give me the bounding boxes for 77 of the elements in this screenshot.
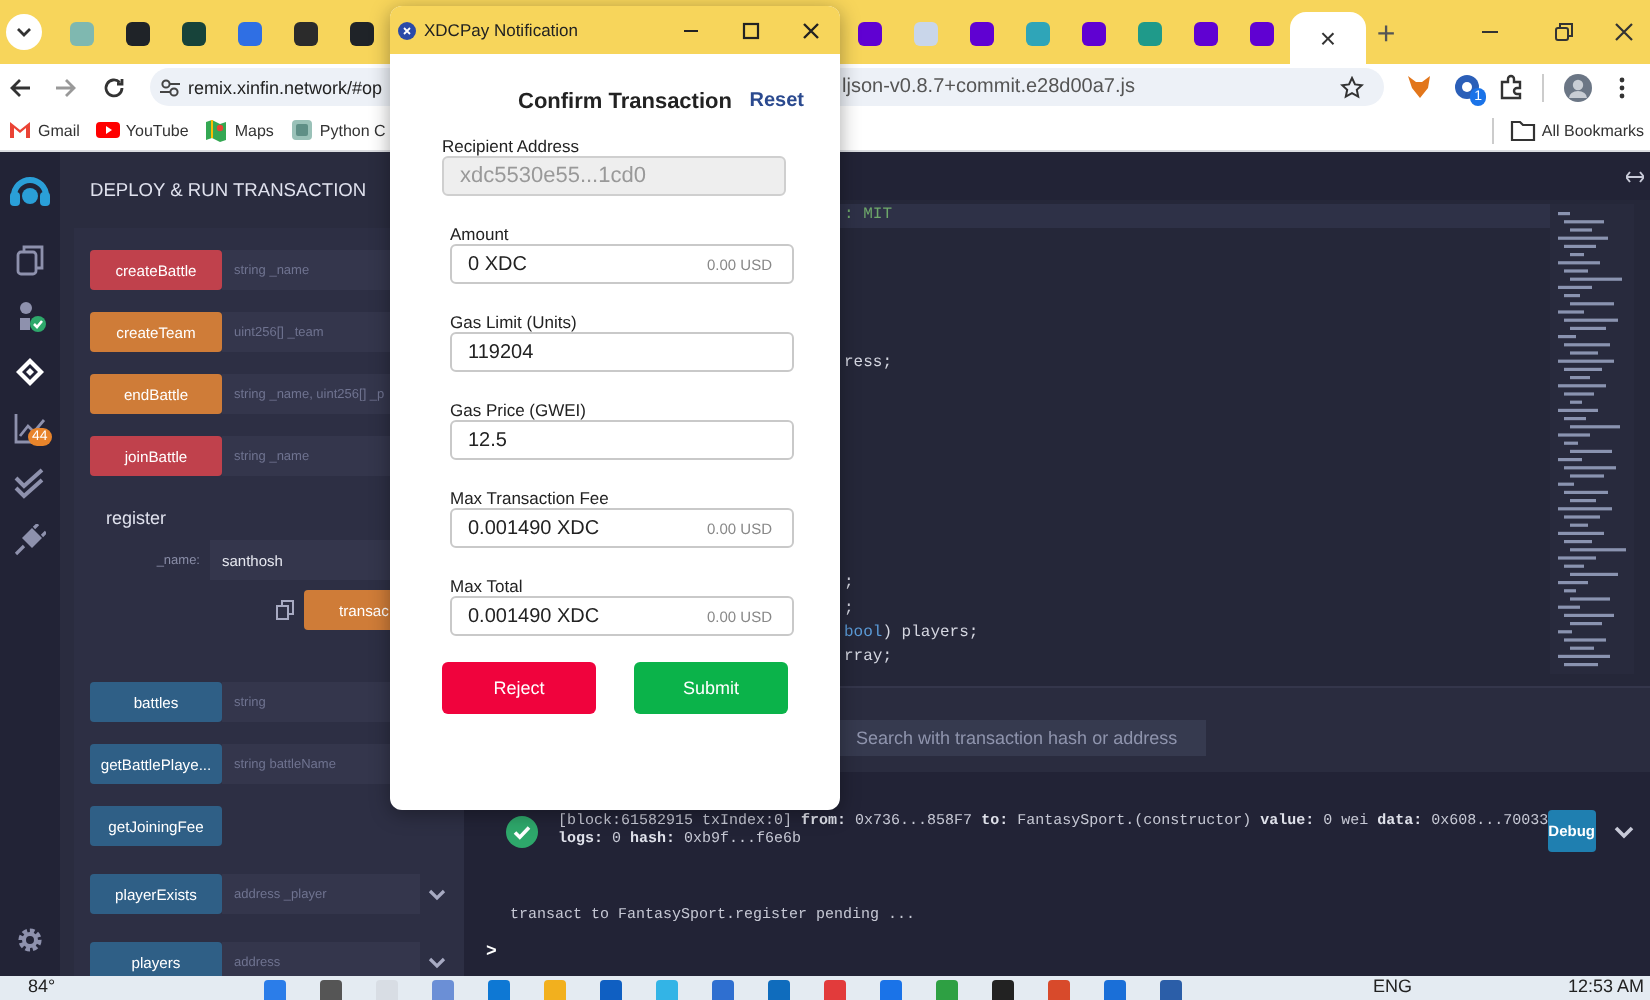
field-label: Amount — [450, 224, 511, 244]
field-label: Max Transaction Fee — [450, 488, 611, 508]
copy-icon[interactable] — [276, 600, 294, 620]
bookmark[interactable]: YouTube — [95, 118, 189, 142]
language-indicator[interactable]: ENG — [1372, 976, 1412, 998]
folder-icon — [1509, 119, 1536, 141]
all-bookmarks[interactable]: All Bookmarks — [1509, 119, 1644, 141]
input-field[interactable]: 119204 — [450, 332, 794, 372]
field-label: Gas Price (GWEI) — [450, 400, 589, 420]
dialog-heading: Confirm Transaction — [518, 89, 732, 113]
browser-tab[interactable]: × — [1290, 12, 1366, 64]
reject-button[interactable]: Reject — [442, 662, 596, 714]
files-icon[interactable] — [14, 244, 46, 276]
restore-icon[interactable] — [1554, 22, 1574, 42]
fox-icon[interactable] — [1406, 74, 1432, 100]
code-line: ; — [844, 599, 854, 618]
field-value: xdc5530e55...1cd0 — [460, 164, 646, 188]
tab-close[interactable]: × — [1319, 24, 1337, 52]
bookmark-icon — [289, 118, 314, 142]
compiler-icon[interactable] — [14, 300, 46, 332]
field-value: 0.001490 XDC — [468, 517, 600, 539]
map-icon — [204, 118, 229, 142]
double-check-icon[interactable] — [14, 468, 46, 500]
code-line: : MIT — [844, 206, 893, 224]
chevron-down-icon — [16, 24, 32, 40]
chevron-down-icon[interactable] — [428, 886, 446, 902]
function-title: register — [106, 506, 169, 530]
app-logo-icon — [398, 21, 416, 39]
settings-icon[interactable] — [16, 926, 44, 954]
clock[interactable]: 12:53 AM — [1567, 976, 1644, 998]
field-label: Max Total — [450, 576, 525, 596]
field-label: Recipient Address — [442, 136, 582, 156]
url-text: remix.xinfin.network/#op — [188, 77, 385, 97]
url-text: ljson-v0.8.7+commit.e28d00a7.js — [842, 76, 1135, 98]
window-title: XDCPay Notification — [424, 20, 579, 40]
input-field[interactable]: 12.5 — [450, 420, 794, 460]
taskbar-app-icon[interactable] — [991, 980, 1014, 1000]
taskbar-app-icon[interactable] — [319, 980, 342, 1000]
field-value: 0 XDC — [468, 253, 527, 275]
close-icon[interactable] — [802, 21, 820, 39]
play-icon — [95, 118, 120, 142]
field-value: 119204 — [468, 341, 534, 363]
logo-icon[interactable] — [8, 172, 52, 212]
reload-icon[interactable] — [102, 75, 126, 99]
chevron-down-icon[interactable] — [428, 954, 446, 970]
bookmark[interactable]: Python C — [289, 118, 386, 142]
avatar-icon[interactable] — [1564, 73, 1592, 101]
field-value: 12.5 — [468, 429, 507, 451]
plug-icon[interactable] — [14, 524, 46, 556]
forward-icon[interactable] — [54, 75, 78, 99]
back-icon[interactable] — [8, 75, 32, 99]
field-value: 0.001490 XDC — [468, 605, 600, 627]
site-info-icon[interactable] — [158, 75, 182, 99]
menu-icon[interactable] — [1618, 75, 1626, 99]
reset-link[interactable]: Reset — [749, 90, 804, 112]
field-label: Gas Limit (Units) — [450, 312, 579, 332]
bookmark[interactable]: Gmail — [8, 118, 80, 142]
deploy-icon[interactable] — [14, 356, 46, 388]
search-field[interactable]: Search with transaction hash or address — [840, 720, 1206, 756]
weather-text: 84° — [28, 976, 56, 998]
mail-icon — [8, 118, 32, 142]
puzzle-icon[interactable] — [1498, 74, 1524, 100]
code-line: rray; — [844, 648, 893, 667]
chevron-down-icon[interactable] — [1613, 823, 1634, 839]
code-line: ress; — [844, 353, 893, 372]
code-line: ; — [844, 574, 854, 593]
bookmark[interactable]: Maps — [204, 118, 274, 142]
chart-icon[interactable] — [14, 412, 46, 444]
terminal-prompt[interactable]: > — [486, 942, 1650, 962]
close-icon[interactable] — [1614, 22, 1634, 42]
panel-title: DEPLOY & RUN TRANSACTION — [90, 178, 369, 204]
code-line: bool) players; — [844, 624, 979, 643]
expand-icon[interactable] — [1626, 169, 1644, 183]
tab-search-button[interactable] — [6, 14, 42, 50]
new-tab-button[interactable]: + — [1366, 18, 1406, 54]
star-icon[interactable] — [1340, 75, 1364, 99]
maximize-icon[interactable] — [742, 21, 760, 39]
